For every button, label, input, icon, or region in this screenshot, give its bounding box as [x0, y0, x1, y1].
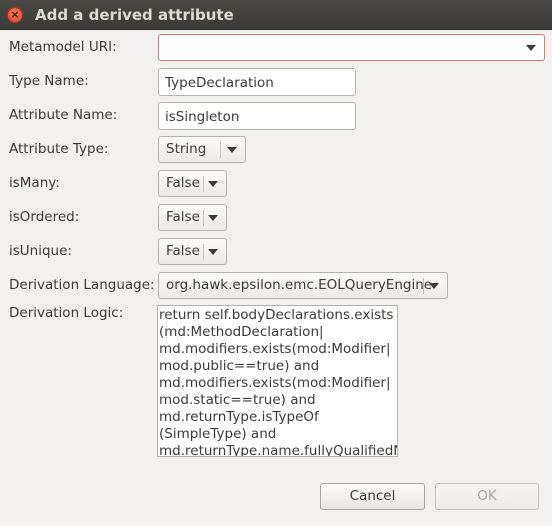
metamodel-uri-label: Metamodel URI:: [9, 39, 117, 55]
combo-separator: [220, 142, 221, 158]
metamodel-uri-combo[interactable]: [158, 34, 545, 61]
is-unique-label: isUnique:: [9, 243, 72, 259]
attribute-type-combo[interactable]: String: [158, 136, 246, 163]
combo-separator: [203, 244, 204, 260]
chevron-down-icon[interactable]: [227, 147, 237, 153]
type-name-label: Type Name:: [9, 73, 89, 89]
is-unique-value: False: [166, 243, 200, 259]
is-many-label: isMany:: [9, 175, 60, 191]
logic-line: md.returnType.isTypeOf: [159, 409, 319, 425]
title-bar: × Add a derived attribute: [0, 0, 552, 30]
is-many-value: False: [166, 175, 200, 191]
combo-separator: [423, 278, 424, 294]
type-name-field[interactable]: TypeDeclaration: [158, 68, 356, 96]
cancel-button[interactable]: Cancel: [320, 483, 425, 510]
is-ordered-combo[interactable]: False: [158, 204, 227, 231]
logic-line: mod.static==true) and: [159, 392, 316, 408]
is-many-combo[interactable]: False: [158, 170, 227, 197]
attribute-type-value: String: [166, 141, 207, 157]
attribute-name-field[interactable]: isSingleton: [158, 102, 356, 130]
logic-line: mod.public==true) and: [159, 358, 320, 374]
derivation-language-label: Derivation Language:: [9, 277, 155, 293]
combo-separator: [203, 176, 204, 192]
close-icon[interactable]: ×: [7, 7, 23, 23]
combo-separator: [203, 210, 204, 226]
attribute-name-label: Attribute Name:: [9, 107, 118, 123]
chevron-down-icon[interactable]: [208, 215, 218, 221]
logic-line: md.modifiers.exists(mod:Modifier|: [159, 341, 391, 357]
logic-line: md.returnType.name.fullyQualifiedN: [159, 443, 398, 457]
attribute-type-label: Attribute Type:: [9, 141, 109, 157]
derivation-logic-label: Derivation Logic:: [9, 305, 124, 321]
window-title: Add a derived attribute: [35, 6, 234, 24]
chevron-down-icon[interactable]: [429, 283, 439, 289]
is-ordered-label: isOrdered:: [9, 209, 80, 225]
chevron-down-icon[interactable]: [526, 45, 536, 51]
logic-line: (SimpleType) and: [159, 426, 277, 442]
logic-line: return self.bodyDeclarations.exists: [159, 307, 394, 323]
derivation-logic-textarea[interactable]: return self.bodyDeclarations.exists (md:…: [157, 305, 398, 457]
chevron-down-icon[interactable]: [208, 249, 218, 255]
chevron-down-icon[interactable]: [208, 181, 218, 187]
logic-line: md.modifiers.exists(mod:Modifier|: [159, 375, 391, 391]
is-unique-combo[interactable]: False: [158, 238, 227, 265]
logic-line: (md:MethodDeclaration|: [159, 324, 324, 340]
is-ordered-value: False: [166, 209, 200, 225]
ok-button[interactable]: OK: [435, 483, 539, 510]
derivation-language-combo[interactable]: org.hawk.epsilon.emc.EOLQueryEngine: [158, 272, 448, 299]
derivation-language-value: org.hawk.epsilon.emc.EOLQueryEngine: [166, 277, 433, 293]
